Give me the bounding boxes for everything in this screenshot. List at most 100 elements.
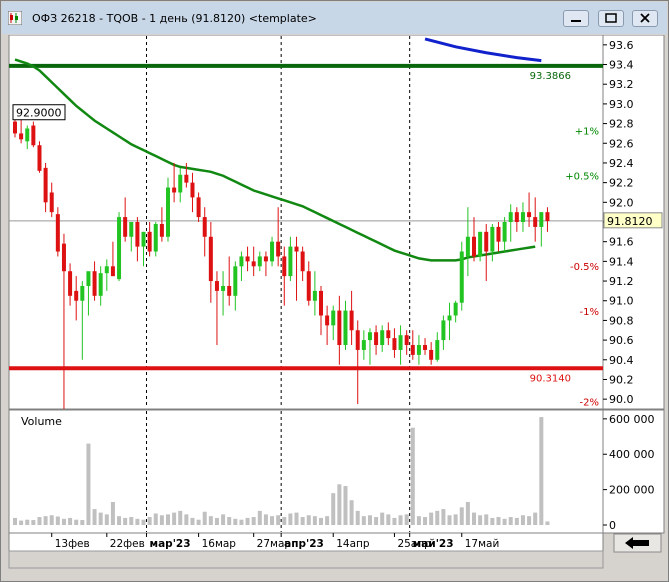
candle-body (416, 345, 421, 355)
volume-bar (61, 518, 66, 525)
volume-bar (533, 512, 538, 525)
candle-body (184, 174, 189, 183)
upper-level-label: 93.3866 (530, 71, 571, 82)
candle-body (472, 236, 476, 257)
volume-bar (374, 517, 379, 525)
volume-bar (92, 509, 97, 525)
candle-body (312, 290, 317, 301)
candle-body (374, 332, 379, 346)
candle-body (361, 340, 366, 350)
candle-body (178, 174, 183, 193)
candle-body (484, 231, 489, 252)
candle-body (435, 340, 440, 360)
candle-body (319, 290, 323, 316)
candle-body (251, 261, 256, 267)
volume-bar (404, 514, 409, 525)
price-tick-label: 93.2 (609, 78, 634, 91)
price-plot-area[interactable] (8, 35, 604, 410)
candle-body (245, 256, 250, 262)
candle-body (19, 133, 24, 140)
candle-body (196, 197, 201, 218)
candle-body (25, 128, 30, 142)
candle-body (294, 246, 299, 252)
time-tick-label: 14апр (336, 538, 370, 550)
candle-body (166, 187, 170, 237)
percent-level-label: -1% (580, 307, 599, 318)
candle-body (386, 330, 391, 339)
volume-bar (227, 517, 232, 525)
chart-area[interactable]: 93.6 93.4 93.2 93.0 92.8 92.6 92.4 92.2 92.0 91.8… (3, 35, 667, 580)
candle-body (141, 231, 146, 247)
candle-body (478, 231, 483, 257)
volume-bar (178, 510, 183, 525)
volume-bar (325, 516, 330, 525)
volume-bar (221, 514, 226, 525)
candle-body (68, 271, 73, 296)
price-tick-label: 92.6 (609, 137, 634, 150)
time-tick-label: 13фев (55, 538, 90, 550)
volume-panel-title: Volume (21, 415, 62, 428)
volume-bar (233, 518, 238, 525)
minimize-button[interactable] (563, 10, 589, 27)
price-tick-label: 91.6 (609, 236, 634, 249)
volume-bar (398, 515, 403, 525)
volume-bar (80, 520, 85, 525)
candle-body (453, 302, 458, 316)
volume-bar (55, 516, 60, 525)
candle-body (37, 145, 42, 171)
candle-body (80, 285, 85, 301)
price-tick-label: 90.8 (609, 314, 634, 327)
window-title: ОФЗ 26218 - TQOB - 1 день (91.8120) <tem… (32, 12, 317, 25)
volume-bar (478, 515, 483, 525)
volume-bar (74, 519, 79, 525)
volume-plot-area[interactable] (8, 409, 604, 534)
price-tick-label: 93.4 (609, 59, 634, 72)
volume-bar (453, 514, 458, 525)
candle-body (337, 310, 342, 346)
candle (55, 207, 60, 257)
minimize-icon (571, 20, 581, 22)
volume-bar (447, 515, 452, 525)
volume-bar (245, 517, 250, 525)
candle-body (270, 241, 275, 262)
time-tick-label: май'23 (413, 538, 454, 550)
candle-body (227, 285, 232, 296)
volume-tick-label: 600 000 (609, 413, 655, 426)
candle-body (380, 330, 385, 346)
volume-bar (196, 519, 201, 525)
candle-body (153, 223, 158, 252)
scrollbar[interactable] (8, 550, 604, 569)
candle-body (263, 256, 268, 262)
volume-tick-label: 400 000 (609, 448, 655, 461)
maximize-button[interactable] (598, 10, 624, 27)
candle-body (404, 335, 409, 346)
volume-bar (423, 517, 428, 525)
time-tick-label: 22фев (110, 538, 145, 550)
volume-bar (539, 417, 544, 525)
volume-bar (319, 517, 323, 525)
volume-bar (141, 519, 146, 525)
volume-bar (98, 512, 103, 525)
volume-axis-area[interactable] (602, 409, 665, 534)
candle-body (129, 222, 134, 237)
volume-bar (514, 517, 519, 525)
volume-bar (392, 517, 397, 525)
time-tick-label: мар'23 (150, 538, 191, 550)
volume-bar (380, 512, 385, 525)
volume-bar (19, 520, 24, 525)
volume-bar (349, 500, 354, 525)
volume-bar (25, 519, 30, 525)
price-tick-label: 90.4 (609, 354, 634, 367)
candle-body (55, 214, 60, 252)
volume-tick-label: 0 (609, 519, 616, 532)
candle-body (31, 125, 36, 146)
volume-bar (343, 486, 348, 525)
volume-bar (276, 515, 281, 525)
price-tick-label: 92.2 (609, 177, 634, 190)
candle-body (349, 310, 354, 331)
candle-body (539, 212, 544, 227)
volume-bar (441, 509, 446, 525)
chart-window: ОФЗ 26218 - TQOB - 1 день (91.8120) <tem… (0, 0, 669, 582)
close-button[interactable] (632, 10, 658, 27)
price-marker-text: 92.9000 (16, 107, 62, 120)
